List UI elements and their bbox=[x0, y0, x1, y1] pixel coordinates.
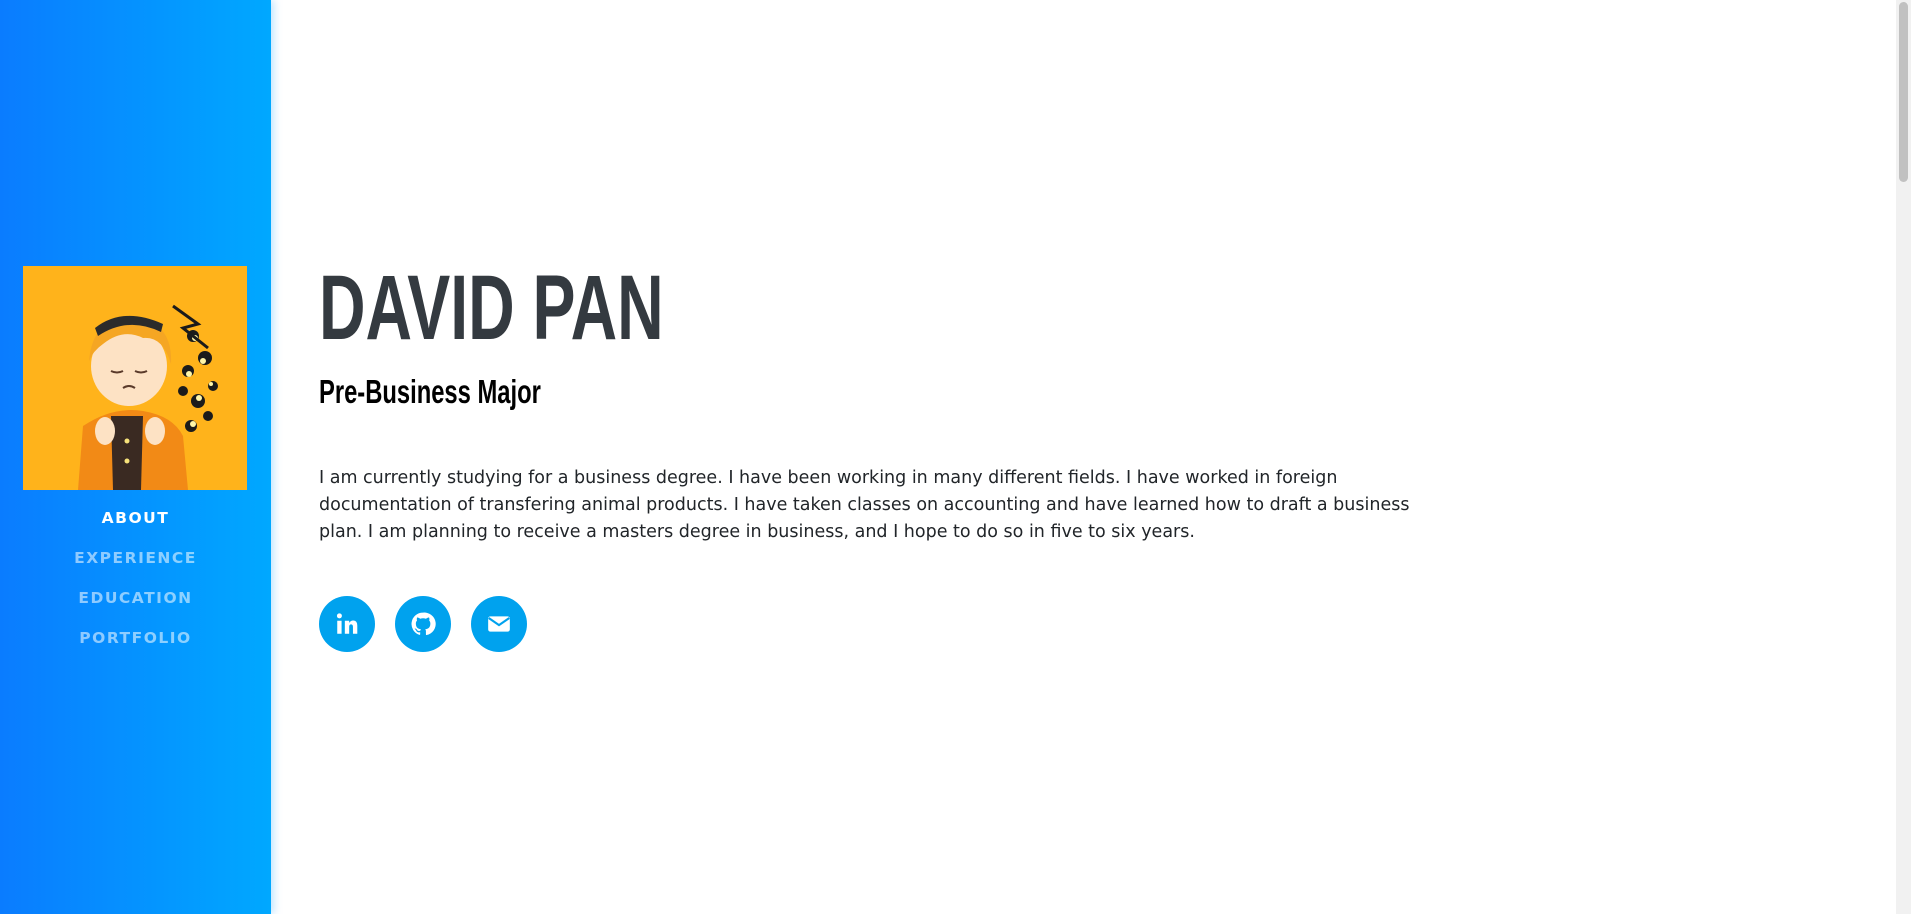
nav-item-experience: EXPERIENCE bbox=[0, 546, 271, 586]
sidebar-nav: ABOUT EXPERIENCE EDUCATION PORTFOLIO bbox=[0, 506, 271, 666]
nav-link-experience[interactable]: EXPERIENCE bbox=[74, 549, 197, 567]
page-title: DAVID PAN bbox=[319, 257, 664, 359]
linkedin-icon bbox=[336, 613, 358, 634]
github-button[interactable] bbox=[395, 596, 451, 652]
nav-item-portfolio: PORTFOLIO bbox=[0, 626, 271, 666]
social-icons bbox=[319, 596, 527, 652]
nav-item-education: EDUCATION bbox=[0, 586, 271, 626]
subtitle: Pre-Business Major bbox=[319, 373, 541, 410]
avatar bbox=[23, 266, 247, 490]
email-button[interactable] bbox=[471, 596, 527, 652]
nav-link-portfolio[interactable]: PORTFOLIO bbox=[79, 629, 191, 647]
scrollbar-thumb[interactable] bbox=[1899, 2, 1908, 182]
linkedin-button[interactable] bbox=[319, 596, 375, 652]
about-section: DAVID PAN Pre-Business Major I am curren… bbox=[319, 0, 1799, 914]
nav-link-education[interactable]: EDUCATION bbox=[78, 589, 192, 607]
scrollbar[interactable] bbox=[1896, 0, 1911, 914]
sidebar: ABOUT EXPERIENCE EDUCATION PORTFOLIO bbox=[0, 0, 271, 914]
nav-item-about: ABOUT bbox=[0, 506, 271, 546]
github-icon bbox=[411, 612, 436, 636]
about-paragraph: I am currently studying for a business d… bbox=[319, 468, 1410, 542]
envelope-icon bbox=[488, 616, 510, 632]
nav-link-about[interactable]: ABOUT bbox=[102, 509, 170, 527]
avatar-illustration bbox=[23, 266, 247, 490]
